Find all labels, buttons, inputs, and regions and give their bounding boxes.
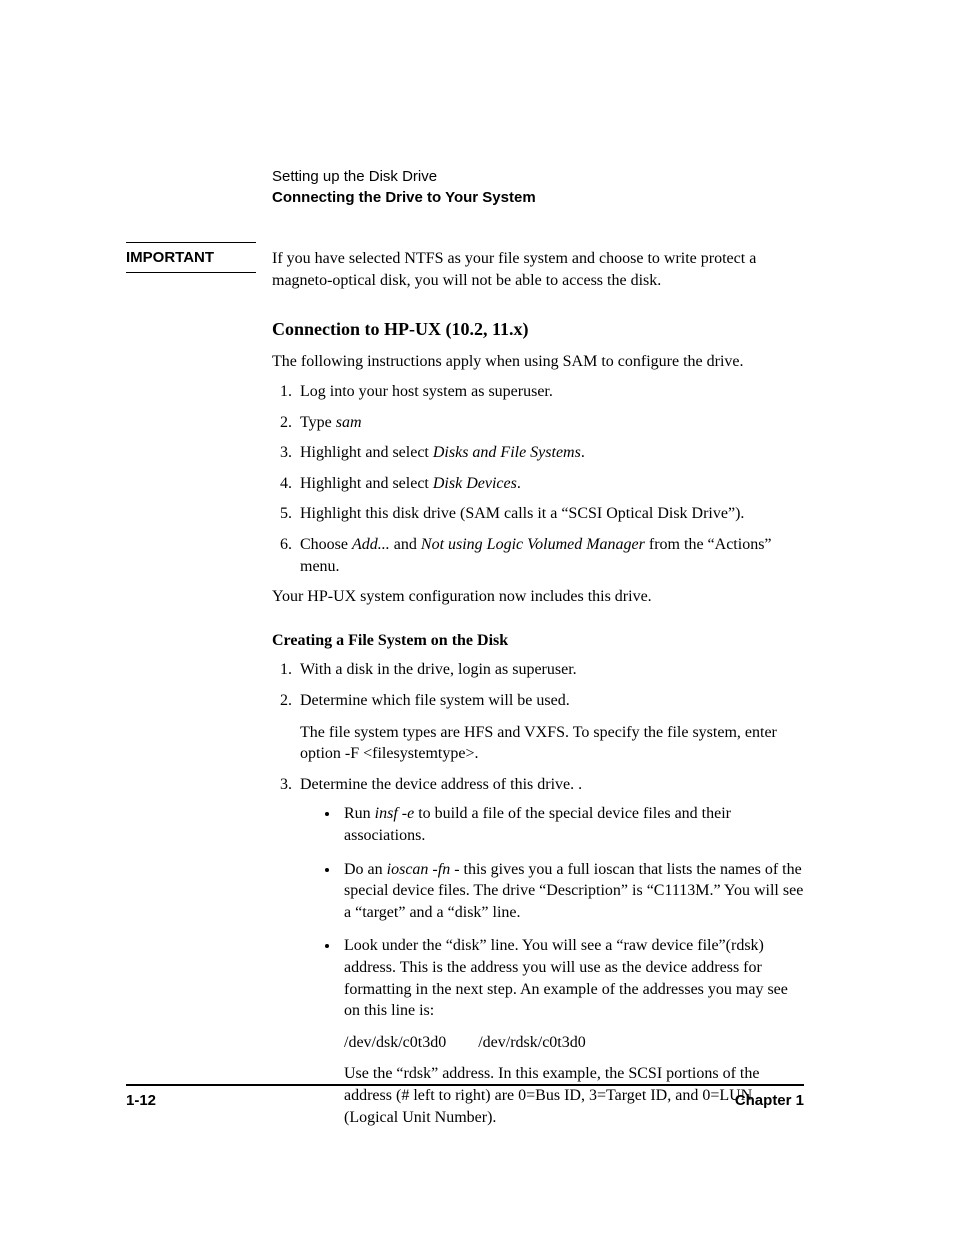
step-text: . bbox=[517, 475, 521, 492]
step-text: With a disk in the drive, login as super… bbox=[300, 661, 577, 678]
bullet-text: Do an bbox=[344, 861, 387, 878]
list-item: Do an ioscan -fn - this gives you a full… bbox=[340, 859, 804, 924]
emphasis: insf -e bbox=[375, 805, 415, 822]
bullet-text: Look under the “disk” line. You will see… bbox=[344, 937, 788, 1019]
step-text: Determine the device address of this dri… bbox=[300, 776, 582, 793]
important-note: IMPORTANT If you have selected NTFS as y… bbox=[126, 242, 804, 291]
list-item: Log into your host system as superuser. bbox=[296, 381, 804, 403]
page: Setting up the Disk Drive Connecting the… bbox=[0, 0, 954, 1128]
emphasis: sam bbox=[336, 414, 362, 431]
section-title: Connecting the Drive to Your System bbox=[272, 189, 804, 206]
list-item: With a disk in the drive, login as super… bbox=[296, 659, 804, 681]
list-item: Choose Add... and Not using Logic Volume… bbox=[296, 534, 804, 577]
important-label: IMPORTANT bbox=[126, 242, 256, 273]
step-text: Highlight this disk drive (SAM calls it … bbox=[300, 505, 744, 522]
step-text: and bbox=[390, 536, 421, 553]
page-number: 1-12 bbox=[126, 1092, 156, 1109]
body-content: Connection to HP-UX (10.2, 11.x) The fol… bbox=[272, 317, 804, 1128]
step-text: Type bbox=[300, 414, 336, 431]
heading-connection: Connection to HP-UX (10.2, 11.x) bbox=[272, 317, 804, 341]
emphasis: Not using Logic Volumed Manager bbox=[421, 536, 645, 553]
list-item: Highlight and select Disk Devices. bbox=[296, 473, 804, 495]
step-text: . bbox=[581, 444, 585, 461]
page-footer: 1-12 Chapter 1 bbox=[126, 1048, 804, 1109]
emphasis: Disks and File Systems bbox=[433, 444, 581, 461]
running-header: Setting up the Disk Drive Connecting the… bbox=[272, 168, 804, 206]
important-text: If you have selected NTFS as your file s… bbox=[272, 242, 804, 291]
emphasis: Add... bbox=[352, 536, 390, 553]
bullet-text: Run bbox=[344, 805, 375, 822]
list-item: Type sam bbox=[296, 412, 804, 434]
step-text: Highlight and select bbox=[300, 444, 433, 461]
heading-creating-fs: Creating a File System on the Disk bbox=[272, 630, 804, 652]
emphasis: ioscan -fn bbox=[387, 861, 451, 878]
step-text: Determine which file system will be used… bbox=[300, 692, 570, 709]
step-text: Choose bbox=[300, 536, 352, 553]
list-item: Run insf -e to build a file of the speci… bbox=[340, 803, 804, 846]
emphasis: Disk Devices bbox=[433, 475, 517, 492]
chapter-label: Chapter 1 bbox=[735, 1092, 804, 1109]
list-item: Determine which file system will be used… bbox=[296, 690, 804, 765]
step-text: Highlight and select bbox=[300, 475, 433, 492]
connection-steps: Log into your host system as superuser. … bbox=[272, 381, 804, 577]
closing-paragraph: Your HP-UX system configuration now incl… bbox=[272, 586, 804, 608]
important-label-cell: IMPORTANT bbox=[126, 242, 272, 273]
step-text: Log into your host system as superuser. bbox=[300, 383, 553, 400]
footer-rule: 1-12 Chapter 1 bbox=[126, 1084, 804, 1109]
list-item: Highlight this disk drive (SAM calls it … bbox=[296, 503, 804, 525]
chapter-title: Setting up the Disk Drive bbox=[272, 168, 804, 185]
step-subtext: The file system types are HFS and VXFS. … bbox=[300, 722, 804, 765]
list-item: Highlight and select Disks and File Syst… bbox=[296, 442, 804, 464]
intro-paragraph: The following instructions apply when us… bbox=[272, 351, 804, 373]
